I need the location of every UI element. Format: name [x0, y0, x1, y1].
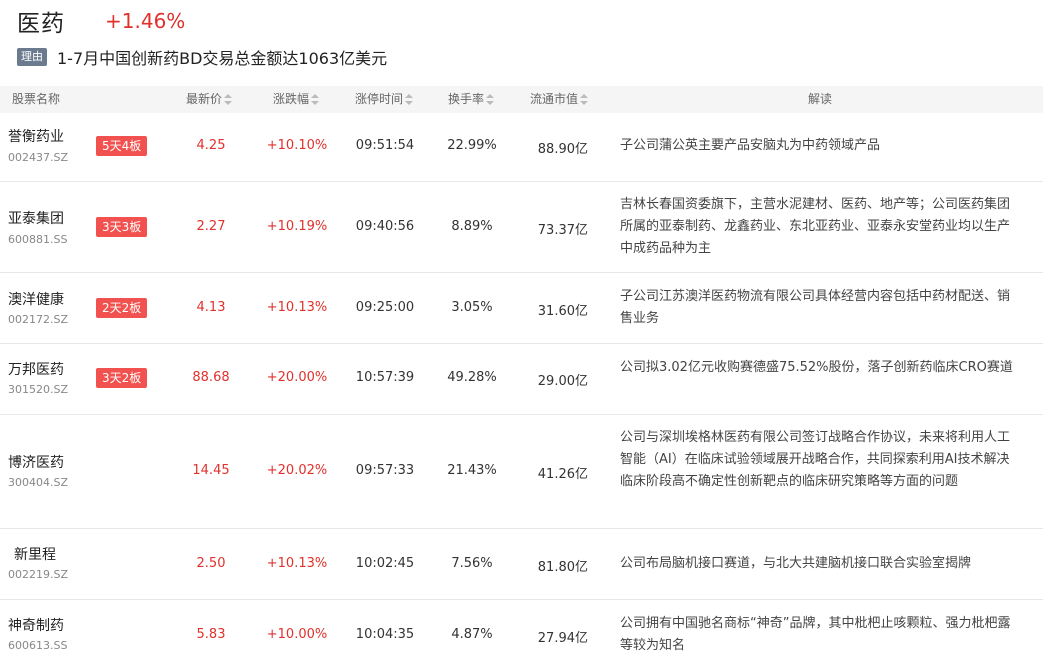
change-pct: +10.10% — [266, 138, 328, 153]
stock-table: 股票名称 最新价 涨跌幅 涨停时间 换手率 流通市值 解读 誉衡药业 00243… — [0, 86, 1043, 666]
float-market-cap: 31.60亿 — [537, 304, 588, 319]
interpretation: 公司拥有中国驰名商标“神奇”品牌，其中枇杷止咳颗粒、强力枇杷露等较为知名 — [620, 616, 1011, 653]
stock-name[interactable]: 神奇制药 — [8, 615, 64, 635]
change-pct: +20.00% — [266, 370, 328, 385]
latest-price: 88.68 — [192, 370, 230, 385]
col-price-header[interactable]: 最新价 — [186, 86, 233, 113]
col-limit-time-label: 涨停时间 — [355, 92, 404, 106]
table-row[interactable]: 神奇制药 600613.SS 5.83 +10.00% 10:04:35 4.8… — [0, 600, 1043, 666]
float-market-cap: 41.26亿 — [537, 467, 588, 482]
stock-name[interactable]: 博济医药 — [8, 452, 64, 472]
change-pct: +10.13% — [266, 300, 328, 315]
table-row[interactable]: 万邦医药 301520.SZ 3天2板 88.68 +20.00% 10:57:… — [0, 344, 1043, 415]
table-row[interactable]: 澳洋健康 002172.SZ 2天2板 4.13 +10.13% 09:25:0… — [0, 273, 1043, 344]
latest-price: 14.45 — [192, 463, 230, 478]
streak-badge: 3天3板 — [96, 217, 148, 237]
latest-price: 2.50 — [196, 556, 226, 571]
reason-line: 理由 1-7月中国创新药BD交易总金额达1063亿美元 — [17, 45, 387, 69]
latest-price: 4.25 — [196, 138, 226, 153]
change-pct: +20.02% — [266, 463, 328, 478]
table-header: 股票名称 最新价 涨跌幅 涨停时间 换手率 流通市值 解读 — [0, 86, 1043, 113]
col-float-cap-label: 流通市值 — [530, 92, 579, 106]
interpretation: 子公司蒲公英主要产品安脑丸为中药领域产品 — [620, 138, 881, 153]
sort-icon[interactable] — [405, 93, 414, 106]
turnover-rate: 4.87% — [451, 627, 493, 642]
stock-code: 600613.SS — [8, 639, 68, 652]
change-pct: +10.00% — [266, 627, 328, 642]
interpretation: 公司布局脑机接口赛道，与北大共建脑机接口联合实验室揭牌 — [620, 556, 972, 571]
limit-up-time: 10:02:45 — [355, 556, 415, 571]
stock-code: 002172.SZ — [8, 313, 69, 326]
stock-name[interactable]: 新里程 — [14, 544, 56, 564]
turnover-rate: 49.28% — [447, 370, 497, 385]
float-market-cap: 73.37亿 — [537, 223, 588, 238]
sector-name: 医药 — [17, 11, 65, 37]
turnover-rate: 22.99% — [447, 138, 497, 153]
limit-up-time: 10:04:35 — [355, 627, 415, 642]
sector-detail-page: 医药 +1.46% 理由 1-7月中国创新药BD交易总金额达1063亿美元 股票… — [0, 0, 1043, 666]
reason-text: 1-7月中国创新药BD交易总金额达1063亿美元 — [57, 49, 388, 68]
reason-tag: 理由 — [17, 48, 47, 66]
stock-code: 002437.SZ — [8, 151, 69, 164]
change-pct: +10.13% — [266, 556, 328, 571]
col-float-cap-header[interactable]: 流通市值 — [530, 86, 589, 113]
turnover-rate: 8.89% — [451, 219, 493, 234]
table-row[interactable]: 亚泰集团 600881.SS 3天3板 2.27 +10.19% 09:40:5… — [0, 182, 1043, 273]
col-change-label: 涨跌幅 — [273, 92, 310, 106]
latest-price: 5.83 — [196, 627, 226, 642]
interpretation: 公司与深圳埃格林医药有限公司签订战略合作协议，未来将利用人工智能（AI）在临床试… — [620, 430, 1011, 489]
stock-name[interactable]: 誉衡药业 — [8, 126, 64, 146]
turnover-rate: 7.56% — [451, 556, 493, 571]
float-market-cap: 29.00亿 — [537, 374, 588, 389]
sector-change: +1.46% — [105, 9, 186, 33]
col-interp-header: 解读 — [808, 92, 833, 106]
col-change-header[interactable]: 涨跌幅 — [273, 86, 320, 113]
limit-up-time: 10:57:39 — [355, 370, 415, 385]
stock-name[interactable]: 万邦医药 — [8, 359, 64, 379]
sort-icon[interactable] — [224, 93, 233, 106]
stock-code: 002219.SZ — [8, 568, 69, 581]
limit-up-time: 09:40:56 — [355, 219, 415, 234]
table-row[interactable]: 誉衡药业 002437.SZ 5天4板 4.25 +10.10% 09:51:5… — [0, 113, 1043, 182]
col-name-header: 股票名称 — [12, 92, 61, 106]
stock-code: 300404.SZ — [8, 476, 69, 489]
float-market-cap: 81.80亿 — [537, 560, 588, 575]
sort-icon[interactable] — [580, 93, 589, 106]
limit-up-time: 09:25:00 — [355, 300, 415, 315]
interpretation: 公司拟3.02亿元收购赛德盛75.52%股份，落子创新药临床CRO赛道 — [620, 360, 1013, 375]
latest-price: 2.27 — [196, 219, 226, 234]
stock-code: 600881.SS — [8, 233, 68, 246]
sort-icon[interactable] — [311, 93, 320, 106]
float-market-cap: 27.94亿 — [537, 631, 588, 646]
limit-up-time: 09:51:54 — [355, 138, 415, 153]
latest-price: 4.13 — [196, 300, 226, 315]
interpretation: 子公司江苏澳洋医药物流有限公司具体经营内容包括中药材配送、销售业务 — [620, 289, 1011, 326]
col-limit-time-header[interactable]: 涨停时间 — [355, 86, 414, 113]
table-row[interactable]: 博济医药 300404.SZ 14.45 +20.02% 09:57:33 21… — [0, 415, 1043, 529]
col-turnover-header[interactable]: 换手率 — [448, 86, 495, 113]
turnover-rate: 21.43% — [447, 463, 497, 478]
table-row[interactable]: 新里程 002219.SZ 2.50 +10.13% 10:02:45 7.56… — [0, 529, 1043, 600]
streak-badge: 5天4板 — [96, 136, 148, 156]
limit-up-time: 09:57:33 — [355, 463, 415, 478]
change-pct: +10.19% — [266, 219, 328, 234]
float-market-cap: 88.90亿 — [537, 142, 588, 157]
sort-icon[interactable] — [486, 93, 495, 106]
stock-name[interactable]: 亚泰集团 — [8, 208, 64, 228]
turnover-rate: 3.05% — [451, 300, 493, 315]
col-price-label: 最新价 — [186, 92, 223, 106]
stock-code: 301520.SZ — [8, 383, 69, 396]
sector-header: 医药 +1.46% — [17, 4, 185, 38]
col-turnover-label: 换手率 — [448, 92, 485, 106]
streak-badge: 3天2板 — [96, 368, 148, 388]
stock-name[interactable]: 澳洋健康 — [8, 289, 64, 309]
interpretation: 吉林长春国资委旗下，主营水泥建材、医药、地产等；公司医药集团所属的亚泰制药、龙鑫… — [620, 197, 1011, 256]
streak-badge: 2天2板 — [96, 298, 148, 318]
